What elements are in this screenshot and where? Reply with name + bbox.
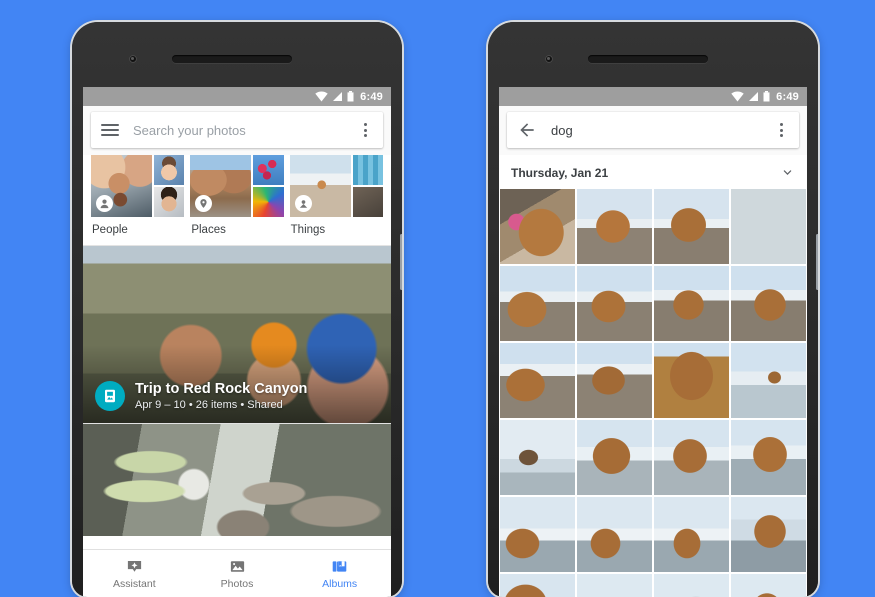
photos-icon	[230, 560, 244, 572]
front-camera-icon	[129, 55, 137, 63]
category-thumbnails	[91, 155, 185, 217]
photo-cell[interactable]	[654, 420, 729, 495]
overflow-menu-icon[interactable]	[773, 123, 789, 137]
photo-cell[interactable]	[577, 497, 652, 572]
category-thumb-large	[190, 155, 252, 217]
signal-icon	[333, 92, 343, 101]
signal-icon	[749, 92, 759, 101]
search-bar[interactable]: dog	[507, 112, 799, 148]
photo-cell[interactable]	[577, 343, 652, 418]
photo-card-camping[interactable]	[83, 424, 391, 536]
category-row: People Places Things	[83, 155, 391, 245]
nav-label: Photos	[220, 577, 254, 590]
category-thumbnails	[289, 155, 383, 217]
photo-cell[interactable]	[731, 497, 806, 572]
category-people[interactable]: People	[91, 155, 185, 245]
photo-cell[interactable]	[577, 420, 652, 495]
status-bar-left: 6:49	[83, 87, 391, 106]
category-places[interactable]: Places	[190, 155, 284, 245]
photo-cell[interactable]	[654, 574, 729, 597]
category-thumb-stack	[352, 155, 383, 217]
album-card-meta: Trip to Red Rock Canyon Apr 9 – 10 • 26 …	[95, 380, 381, 412]
phone-device-right: 6:49 dog Thursday, Jan 21	[488, 22, 818, 597]
nav-item-assistant[interactable]: Assistant	[83, 550, 186, 597]
battery-icon	[763, 91, 770, 102]
albums-icon	[332, 560, 347, 572]
search-bar-container-left: Search your photos	[83, 106, 391, 155]
category-thumb-stack	[153, 155, 185, 217]
category-things[interactable]: Things	[289, 155, 383, 245]
photo-cell[interactable]	[654, 343, 729, 418]
back-arrow-icon[interactable]	[517, 120, 537, 140]
screenshot-stage: 6:49 Search your photos People Places Th…	[0, 0, 875, 597]
person-icon	[96, 195, 113, 212]
power-button[interactable]	[816, 234, 818, 290]
wifi-icon	[731, 91, 744, 102]
search-bar-container-right: dog	[499, 106, 807, 155]
nav-item-albums[interactable]: Albums	[288, 550, 391, 597]
album-icon	[95, 380, 125, 411]
wifi-icon	[315, 91, 328, 102]
search-input[interactable]: Search your photos	[133, 123, 357, 138]
photo-cell[interactable]	[500, 266, 575, 341]
photo-cell[interactable]	[500, 574, 575, 597]
status-bar-time: 6:49	[776, 90, 799, 103]
photo-cell[interactable]	[500, 189, 575, 264]
category-thumb-stack	[253, 155, 284, 217]
photo-cell[interactable]	[731, 189, 806, 264]
category-thumb-large	[289, 155, 351, 217]
phone-device-left: 6:49 Search your photos People Places Th…	[72, 22, 402, 597]
category-thumbnails	[190, 155, 284, 217]
status-bar-right: 6:49	[499, 87, 807, 106]
photo-cell[interactable]	[654, 497, 729, 572]
photo-cell[interactable]	[654, 266, 729, 341]
search-bar[interactable]: Search your photos	[91, 112, 383, 148]
date-header-label: Thursday, Jan 21	[511, 165, 609, 180]
nav-label: Albums	[322, 577, 358, 590]
battery-icon	[347, 91, 354, 102]
album-card[interactable]: Trip to Red Rock Canyon Apr 9 – 10 • 26 …	[83, 246, 391, 423]
earpiece-speaker	[172, 55, 292, 63]
earpiece-speaker	[588, 55, 708, 63]
photo-cell[interactable]	[500, 420, 575, 495]
search-results-grid	[499, 189, 807, 597]
photo-cell[interactable]	[577, 574, 652, 597]
things-icon	[294, 195, 312, 212]
photo-cell[interactable]	[654, 189, 729, 264]
category-label: Places	[191, 224, 226, 236]
phone-screen-left: 6:49 Search your photos People Places Th…	[83, 87, 391, 597]
assistant-icon	[127, 560, 141, 572]
photo-cell[interactable]	[731, 343, 806, 418]
photo-cell[interactable]	[731, 266, 806, 341]
chevron-down-icon[interactable]	[780, 165, 795, 180]
power-button[interactable]	[400, 234, 402, 290]
bottom-navigation: Assistant Photos Albums	[83, 549, 391, 597]
phone-screen-right: 6:49 dog Thursday, Jan 21	[499, 87, 807, 597]
status-bar-time: 6:49	[360, 90, 383, 103]
photo-cell[interactable]	[500, 497, 575, 572]
search-query-input[interactable]: dog	[551, 123, 773, 138]
category-thumb-large	[91, 155, 152, 217]
album-subtitle: Apr 9 – 10 • 26 items • Shared	[135, 398, 283, 411]
category-label: Things	[290, 224, 326, 236]
photo-cell[interactable]	[500, 343, 575, 418]
nav-label: Assistant	[113, 577, 156, 590]
category-label: People	[92, 224, 128, 236]
nav-item-photos[interactable]: Photos	[186, 550, 289, 597]
photo-cell[interactable]	[577, 266, 652, 341]
photo-cell[interactable]	[577, 189, 652, 264]
date-header[interactable]: Thursday, Jan 21	[499, 155, 807, 189]
photo-cell[interactable]	[731, 420, 806, 495]
hamburger-menu-icon[interactable]	[101, 124, 119, 136]
overflow-menu-icon[interactable]	[357, 123, 373, 137]
album-title: Trip to Red Rock Canyon	[135, 380, 308, 397]
front-camera-icon	[545, 55, 553, 63]
photo-cell[interactable]	[731, 574, 806, 597]
